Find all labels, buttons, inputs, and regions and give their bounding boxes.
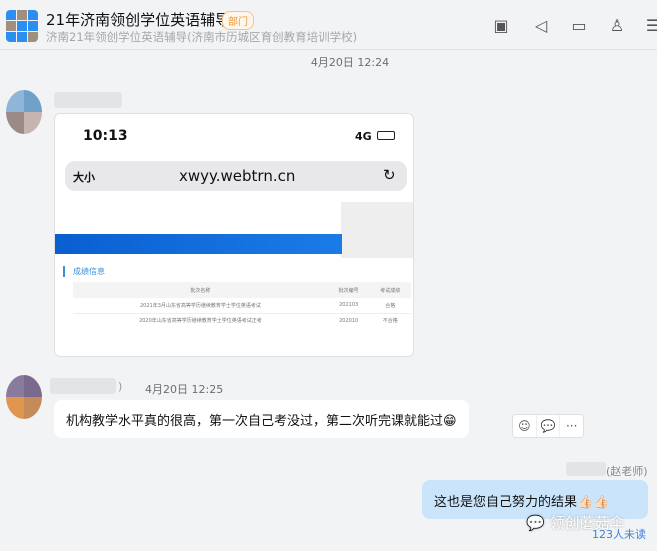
cell: 2021年3月山东省高等学历继续教育学士学位英语考试 — [139, 302, 261, 309]
network-label: 4G — [355, 130, 372, 143]
watermark-text: 领创蘑菇伞 — [549, 514, 625, 532]
cell: 合格 — [385, 302, 396, 309]
score-table: 批次名称 批次编号 考试成绩 2021年3月山东省高等学历继续教育学士学位英语考试 2… — [73, 282, 411, 328]
avatar[interactable] — [6, 375, 42, 419]
phone-time: 10:13 — [83, 128, 128, 144]
emoji-reaction-icon[interactable]: ☺ — [513, 415, 537, 437]
add-user-icon[interactable]: ♙ — [606, 15, 628, 37]
reload-icon: ↻ — [383, 166, 396, 184]
video-icon[interactable]: ▣ — [490, 15, 512, 37]
message-bubble: 机构教学水平真的很高，第一次自己考没过，第二次听完课就能过😁 — [54, 400, 469, 438]
section-title: 成绩信息 — [63, 266, 105, 277]
department-badge: 部门 — [222, 11, 254, 30]
timestamp: 4月20日 12:24 — [310, 56, 390, 69]
url-text: xwyy.webtrn.cn — [179, 167, 296, 185]
sender-name — [54, 92, 122, 108]
message-time: 4月20日 12:25 — [145, 383, 224, 396]
col-header: 批次名称 — [190, 287, 211, 294]
message-actions: ☺ 💬 ··· — [512, 414, 584, 438]
sender-name — [50, 378, 116, 394]
font-size-label: 大小 — [73, 171, 95, 184]
cell: 202103 — [339, 302, 359, 309]
address-bar: 大小 xwyy.webtrn.cn ↻ — [65, 161, 407, 191]
reply-icon[interactable]: 💬 — [537, 415, 561, 437]
col-header: 批次编号 — [338, 287, 359, 294]
wechat-icon: 💬 — [526, 514, 550, 532]
cell: 2020年山东省高等学历继续教育学士学位英语考试正考 — [139, 318, 262, 325]
folder-icon[interactable]: ▭ — [568, 15, 590, 37]
more-icon[interactable]: ··· — [560, 415, 583, 437]
page-side — [341, 202, 413, 258]
menu-icon[interactable]: ☰ — [642, 15, 657, 37]
speaker-icon[interactable]: ◁ — [530, 15, 552, 37]
col-header: 考试成绩 — [380, 287, 401, 294]
avatar[interactable] — [6, 90, 42, 134]
page-banner — [55, 234, 342, 254]
battery-icon — [377, 131, 395, 140]
chat-header: 21年济南领创学位英语辅导 部门 济南21年领创学位英语辅导(济南市历城区育创教… — [0, 0, 657, 50]
sender-label: (赵老师) — [606, 465, 648, 478]
cell: 不合格 — [382, 318, 398, 325]
cell: 202010 — [339, 317, 359, 324]
group-title: 21年济南领创学位英语辅导 — [46, 11, 231, 29]
group-subtitle: 济南21年领创学位英语辅导(济南市历城区育创教育培训学校) — [46, 30, 358, 44]
sender-name-suffix: ) — [118, 380, 123, 393]
image-message[interactable]: 10:13 4G 大小 xwyy.webtrn.cn ↻ 成绩信息 批次名称 批次… — [54, 113, 414, 357]
group-avatar[interactable] — [6, 10, 38, 42]
sender-name — [566, 462, 606, 476]
watermark: 💬 领创蘑菇伞 — [526, 512, 624, 533]
